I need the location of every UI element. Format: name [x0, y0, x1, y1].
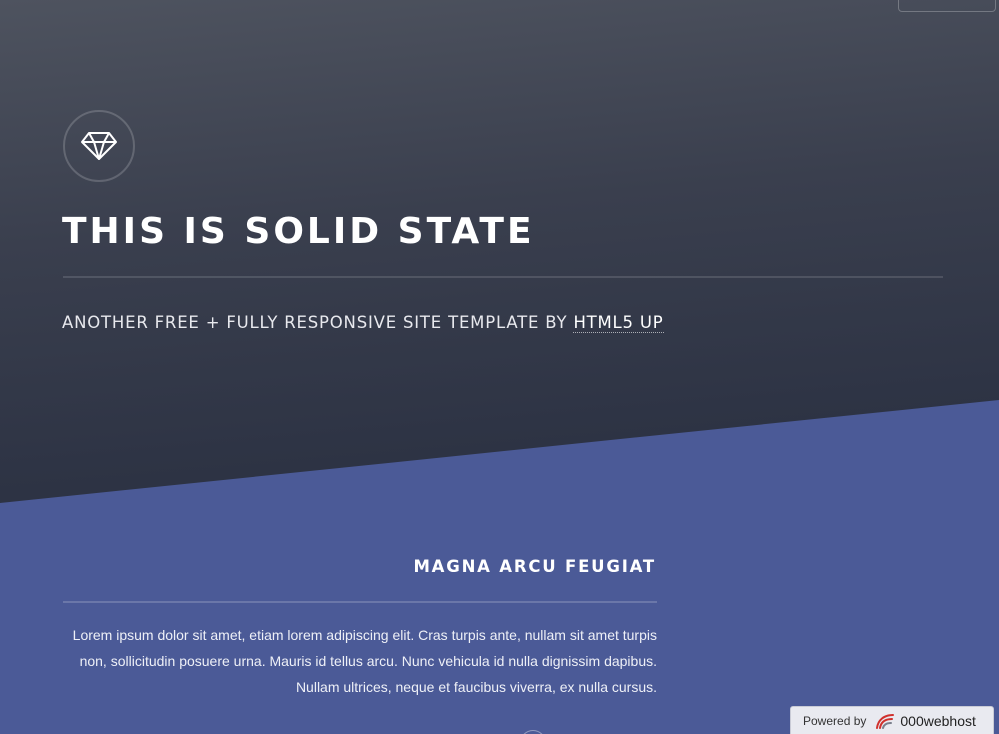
menu-button[interactable] — [898, 0, 996, 12]
diamond-icon — [81, 132, 117, 160]
000webhost-brand: 000webhost — [900, 713, 976, 729]
html5up-link[interactable]: HTML5 UP — [573, 313, 664, 333]
section-divider — [63, 601, 657, 603]
banner-subtitle-text: ANOTHER FREE + FULLY RESPONSIVE SITE TEM… — [62, 313, 574, 332]
powered-by-badge[interactable]: Powered by 000webhost — [790, 706, 994, 734]
banner-divider — [63, 276, 943, 278]
banner-subtitle: ANOTHER FREE + FULLY RESPONSIVE SITE TEM… — [62, 311, 664, 335]
banner-title: THIS IS SOLID STATE — [62, 211, 535, 252]
section-body-text: Lorem ipsum dolor sit amet, etiam lorem … — [72, 627, 657, 695]
000webhost-logo-icon — [876, 714, 895, 729]
circle-icon — [520, 730, 546, 734]
logo — [63, 110, 135, 182]
powered-by-label: Powered by — [803, 714, 867, 728]
section-heading: MAGNA ARCU FEUGIAT — [413, 557, 656, 576]
